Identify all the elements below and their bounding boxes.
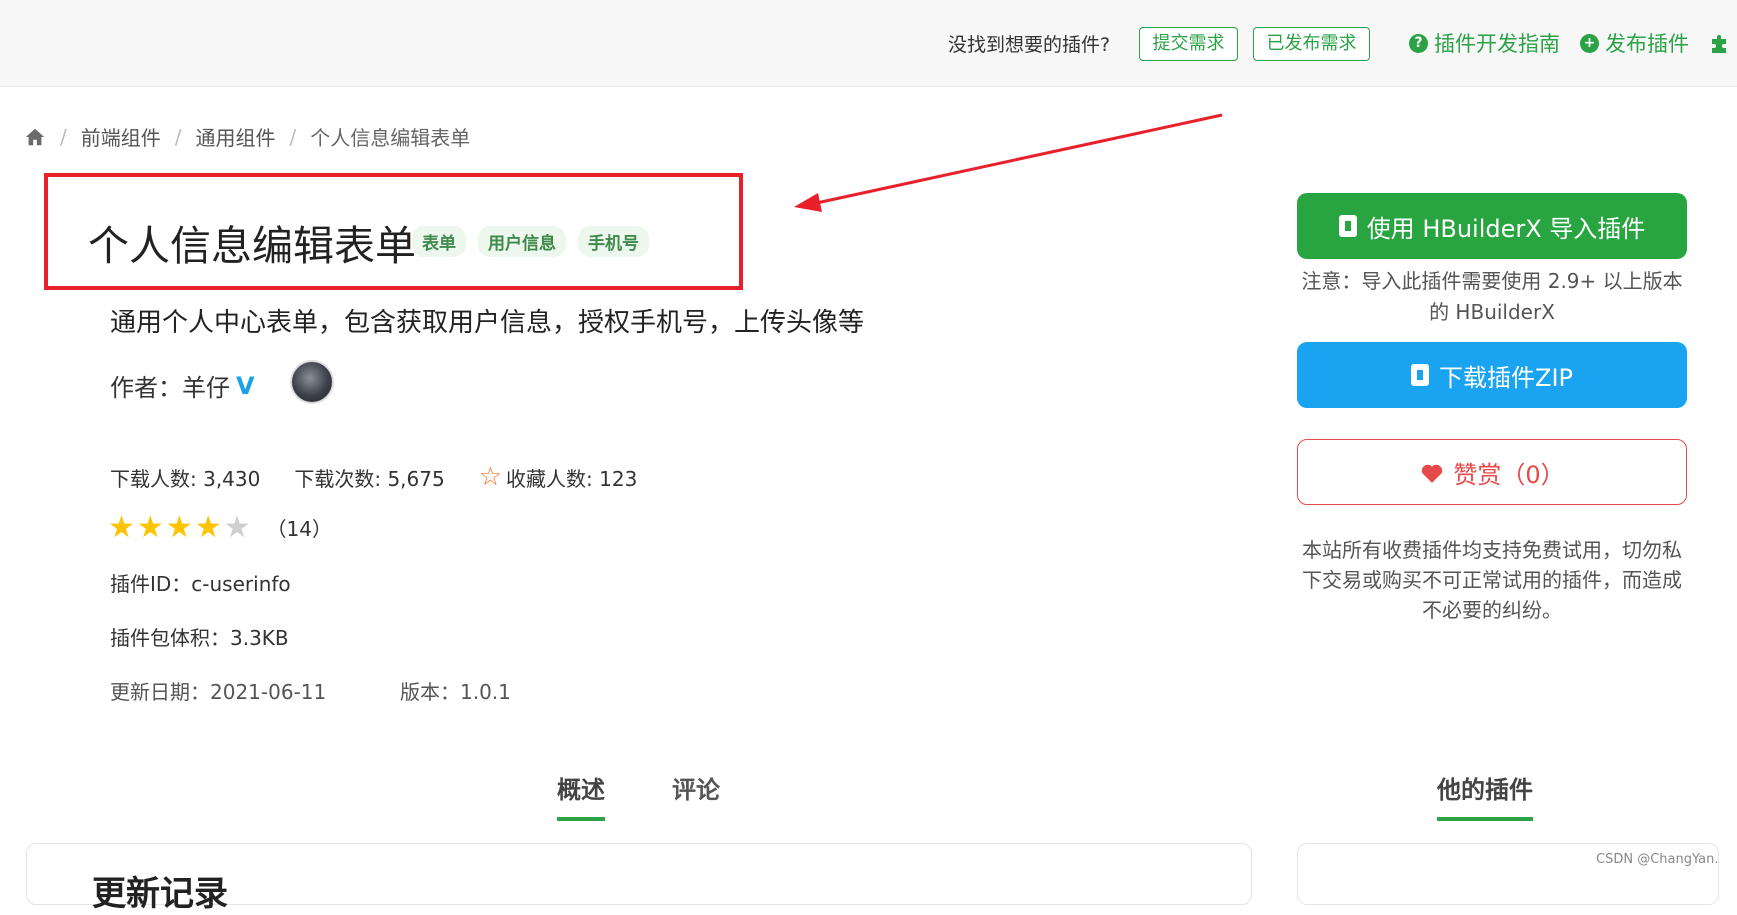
plugin-title: 个人信息编辑表单	[88, 222, 416, 270]
request-prompt: 没找到想要的插件?	[948, 34, 1111, 56]
submit-request-button[interactable]: 提交需求	[1139, 27, 1238, 61]
changelog-title: 更新记录	[92, 874, 228, 914]
zip-icon	[1411, 364, 1429, 386]
verified-badge-icon: V	[236, 371, 255, 400]
downloads-people: 下载人数: 3,430	[110, 466, 261, 491]
plus-circle-icon: +	[1580, 33, 1599, 53]
puzzle-icon[interactable]	[1708, 31, 1732, 55]
heart-icon	[1422, 464, 1443, 483]
rating-star-icon: ★	[108, 510, 135, 545]
reward-button[interactable]: 赞赏（0）	[1297, 439, 1687, 505]
plugin-id: 插件ID：c-userinfo	[110, 572, 291, 596]
download-button-label: 下载插件ZIP	[1439, 363, 1573, 392]
tab-overview[interactable]: 概述	[557, 770, 605, 805]
plugin-size: 插件包体积：3.3KB	[110, 626, 289, 650]
import-hbuilderx-button[interactable]: 使用 HBuilderX 导入插件	[1297, 193, 1687, 259]
update-date: 更新日期：2021-06-11	[110, 680, 327, 704]
watermark: CSDN @ChangYan.	[1596, 852, 1719, 867]
tab-comments[interactable]: 评论	[672, 770, 720, 805]
dev-guide-link[interactable]: ? 插件开发指南	[1409, 28, 1560, 58]
breadcrumb-item-current: 个人信息编辑表单	[310, 126, 471, 150]
question-icon: ?	[1409, 33, 1428, 53]
breadcrumb-item-frontend[interactable]: 前端组件	[81, 122, 161, 151]
trial-notice: 本站所有收费插件均支持免费试用，切勿私下交易或购买不可正常试用的插件，而造成不必…	[1302, 538, 1682, 622]
plugin-description: 通用个人中心表单，包含获取用户信息，授权手机号，上传头像等	[110, 308, 865, 338]
html5-icon	[1338, 215, 1357, 237]
favorites-count: 收藏人数: 123	[506, 466, 638, 491]
publish-plugin-link[interactable]: + 发布插件	[1580, 28, 1689, 58]
favorite-star-icon[interactable]: ☆	[479, 462, 502, 492]
rating: ★ ★ ★ ★ ★ （14）	[108, 510, 332, 545]
rating-star-icon: ★	[194, 510, 222, 545]
breadcrumb: / 前端组件 / 通用组件 / 个人信息编辑表单	[24, 122, 470, 151]
top-bar: 没找到想要的插件? 提交需求 已发布需求 ? 插件开发指南 + 发布插件	[0, 0, 1737, 87]
avatar[interactable]	[290, 360, 334, 404]
tag[interactable]: 用户信息	[478, 226, 566, 257]
author-label: 作者：	[110, 374, 182, 402]
import-button-label: 使用 HBuilderX 导入插件	[1366, 214, 1646, 243]
published-requests-button[interactable]: 已发布需求	[1253, 27, 1370, 61]
rating-star-empty-icon: ★	[223, 510, 251, 545]
version: 版本：1.0.1	[400, 680, 511, 704]
tab-his-plugins[interactable]: 他的插件	[1437, 770, 1533, 805]
author-row: 作者： 羊仔 V	[110, 368, 255, 403]
active-tab-indicator	[557, 817, 605, 821]
stats-row: 下载人数: 3,430 下载次数: 5,675 ☆ 收藏人数: 123	[110, 462, 637, 492]
downloads-times: 下载次数: 5,675	[294, 466, 445, 491]
home-icon[interactable]	[24, 126, 46, 148]
author-name[interactable]: 羊仔	[182, 368, 230, 403]
side-tab-indicator	[1437, 817, 1533, 821]
tag[interactable]: 表单	[412, 226, 466, 257]
rating-star-icon: ★	[136, 510, 164, 545]
rating-count: （14）	[266, 517, 332, 541]
rating-star-icon: ★	[165, 510, 193, 545]
reward-button-label: 赞赏（0）	[1453, 460, 1565, 489]
download-zip-button[interactable]: 下载插件ZIP	[1297, 342, 1687, 408]
tag[interactable]: 手机号	[578, 226, 649, 257]
breadcrumb-item-general[interactable]: 通用组件	[196, 122, 276, 151]
dev-guide-label: 插件开发指南	[1434, 32, 1560, 56]
publish-plugin-label: 发布插件	[1605, 32, 1689, 56]
import-note: 注意：导入此插件需要使用 2.9+ 以上版本的 HBuilderX	[1301, 269, 1683, 324]
tag-list: 表单 用户信息 手机号	[412, 226, 649, 257]
